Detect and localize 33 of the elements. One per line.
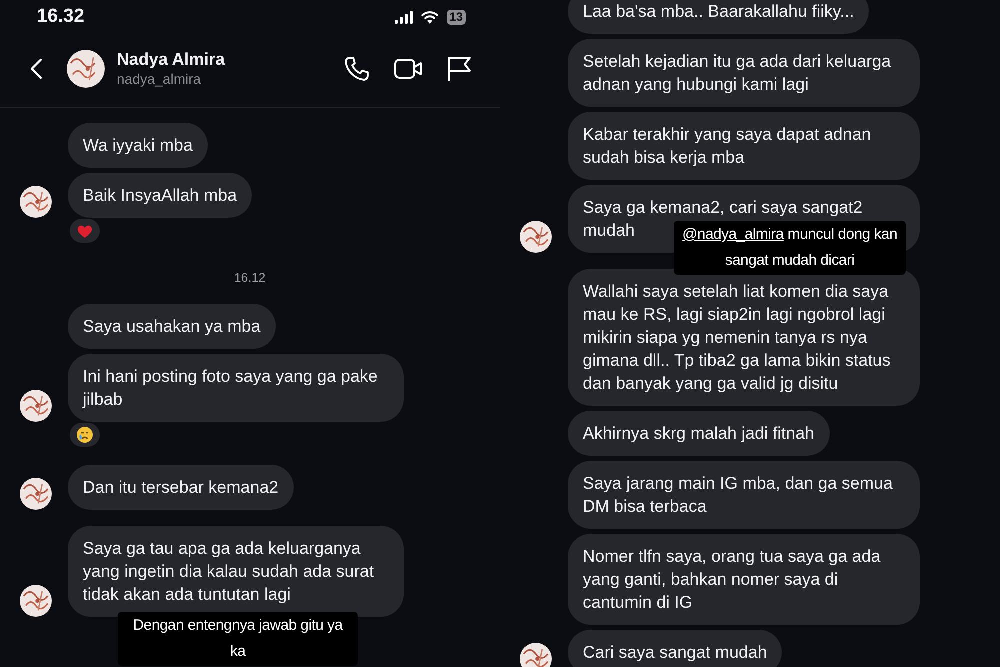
message-bubble: Dan itu tersebar kemana2 [68, 464, 294, 510]
contact-name: Nadya Almira [117, 50, 226, 70]
video-camera-icon [394, 56, 423, 80]
crying-face-icon [76, 426, 94, 444]
flag-icon [447, 56, 472, 82]
message-bubble: Akhirnya skrg malah jadi fitnah [568, 411, 830, 456]
message-bubble: Saya usahakan ya mba [68, 304, 276, 349]
wifi-icon [420, 10, 439, 24]
video-call-button[interactable] [394, 56, 423, 80]
battery-indicator: 13 [446, 10, 466, 24]
phone-icon [344, 56, 370, 82]
message-bubble: Kabar terakhir yang saya dapat adnan sudah bisa kerja mba [568, 112, 920, 180]
report-button[interactable] [447, 56, 472, 82]
mention-link[interactable]: @nadya_almira [682, 226, 784, 243]
message-bubble: Saya ga tau apa ga ada keluarganya yang ingetin dia kalau sudah ada surat tidak akan ada tuntutan lagi [68, 526, 404, 617]
status-time: 16.32 [37, 4, 85, 29]
back-icon [30, 58, 43, 80]
caption-text: @nadya_almira muncul dong kan sangat mudah dicari [674, 221, 906, 275]
message-bubble: Ini hani posting foto saya yang ga pake jilbab [68, 354, 404, 422]
message-bubble: Saya jarang main IG mba, dan ga semua DM bisa terbaca [568, 461, 920, 529]
message-bubble: Wa iyyaki mba [68, 123, 208, 168]
caption-text: Dengan entengnya jawab gitu ya ka [118, 612, 358, 666]
message-bubble: Laa ba'sa mba.. Baarakallahu fiiky... [568, 0, 870, 34]
message-bubble: Cari saya sangat mudah [568, 630, 782, 667]
message-bubble: Baik InsyaAllah mba [68, 173, 252, 218]
signal-icon [394, 10, 413, 24]
contact-username: nadya_almira [117, 70, 202, 88]
timestamp: 16.12 [233, 270, 267, 287]
back-button[interactable] [30, 58, 43, 80]
call-button[interactable] [344, 56, 370, 82]
message-bubble: Setelah kejadian itu ga ada dari keluarga adnan yang hubungi kami lagi [568, 39, 920, 107]
message-bubble: Nomer tlfn saya, orang tua saya ga ada yang ganti, bahkan nomer saya di cantumin di IG [568, 534, 920, 625]
message-bubble: Wallahi saya setelah liat komen dia saya mau ke RS, lagi siap2in lagi ngobrol lagi mikirin siapa yg nemenin tanya rs nya gimana dll.. Tp tiba2 ga lama bikin status dan banyak yang ga valid jg disitu [568, 269, 920, 406]
